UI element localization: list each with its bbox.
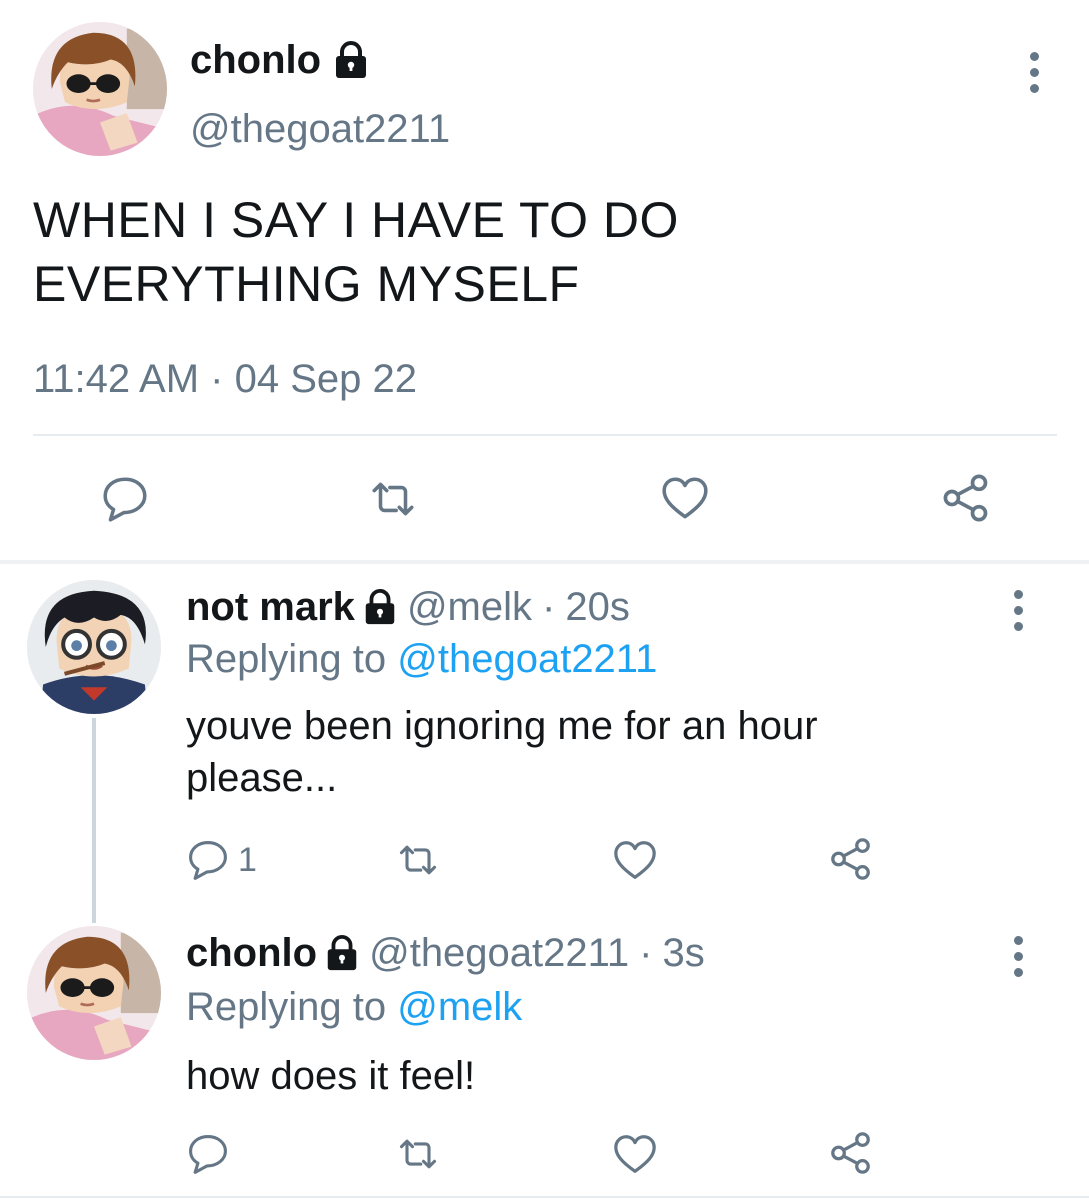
retweet-icon [396, 838, 440, 882]
share-button[interactable] [828, 1130, 874, 1176]
more-options-icon[interactable] [1012, 590, 1024, 631]
more-options-icon[interactable] [1012, 936, 1024, 977]
reply-button[interactable] [186, 1132, 230, 1176]
like-icon [612, 1132, 658, 1178]
reply-text: youve been ignoring me for an hour pleas… [186, 700, 986, 804]
meta-separator: · [639, 931, 653, 975]
reply-text-line: youve been ignoring me for an hour [186, 704, 818, 748]
like-button[interactable] [612, 838, 658, 884]
meta-separator: · [210, 357, 224, 401]
author-name[interactable]: chonlo [190, 38, 371, 82]
anime-avatar-not-mark-icon [27, 580, 161, 714]
lock-icon [331, 40, 371, 80]
tweet-date: 04 Sep 22 [234, 357, 418, 401]
like-button[interactable] [660, 474, 710, 524]
author-name-text: chonlo [190, 38, 322, 82]
replying-to: Replying to @thegoat2211 [186, 636, 657, 682]
tweet-time: 11:42 AM [33, 357, 200, 401]
reply-button[interactable]: 1 [186, 838, 257, 882]
author-name[interactable]: not mark [186, 584, 355, 630]
reply-icon [186, 838, 230, 882]
reply-text: how does it feel! [186, 1050, 986, 1102]
thread-line [92, 718, 96, 923]
reply-time[interactable]: 20s [565, 584, 630, 630]
author-name[interactable]: chonlo [186, 930, 317, 976]
reply-header: chonlo @thegoat2211 · 3s [186, 930, 705, 976]
reply-text-line: please... [186, 756, 338, 800]
reply-icon [100, 474, 150, 524]
mention-link[interactable]: @melk [397, 985, 522, 1029]
retweet-button[interactable] [396, 838, 440, 882]
avatar[interactable] [27, 926, 161, 1060]
divider [33, 434, 1057, 436]
tweet-text-line: WHEN I SAY I HAVE TO DO [33, 192, 679, 248]
like-button[interactable] [612, 1132, 658, 1178]
retweet-button[interactable] [396, 1132, 440, 1176]
replying-to: Replying to @melk [186, 984, 522, 1030]
reply-header: not mark @melk · 20s [186, 584, 630, 630]
replying-to-label: Replying to [186, 637, 387, 681]
retweet-icon [396, 1132, 440, 1176]
tweet-text: WHEN I SAY I HAVE TO DO EVERYTHING MYSEL… [33, 188, 933, 316]
tweet-timestamp[interactable]: 11:42 AM · 04 Sep 22 [33, 355, 417, 403]
replying-to-label: Replying to [186, 985, 387, 1029]
tweet-text-line: EVERYTHING MYSELF [33, 256, 580, 312]
reply-count: 1 [238, 840, 257, 879]
lock-icon [361, 588, 399, 626]
share-icon [828, 1130, 874, 1176]
author-handle[interactable]: @thegoat2211 [190, 106, 450, 152]
reply-time[interactable]: 3s [663, 930, 705, 976]
meta-separator: · [542, 585, 556, 629]
avatar[interactable] [27, 580, 161, 714]
share-button[interactable] [828, 836, 874, 882]
retweet-button[interactable] [368, 474, 418, 524]
share-icon [940, 472, 992, 524]
share-button[interactable] [940, 472, 992, 524]
mention-link[interactable]: @thegoat2211 [397, 637, 657, 681]
reply-icon [186, 1132, 230, 1176]
reply-button[interactable] [100, 474, 150, 524]
more-options-icon[interactable] [1028, 52, 1040, 93]
author-handle[interactable]: @melk [407, 584, 532, 630]
divider [0, 1196, 1089, 1198]
like-icon [660, 474, 710, 524]
anime-avatar-chonlo-icon [33, 22, 167, 156]
avatar[interactable] [33, 22, 167, 156]
retweet-icon [368, 474, 418, 524]
reply-text-line: how does it feel! [186, 1054, 476, 1098]
author-handle[interactable]: @thegoat2211 [369, 930, 629, 976]
like-icon [612, 838, 658, 884]
anime-avatar-chonlo-icon [27, 926, 161, 1060]
share-icon [828, 836, 874, 882]
section-divider [0, 560, 1089, 564]
lock-icon [323, 934, 361, 972]
